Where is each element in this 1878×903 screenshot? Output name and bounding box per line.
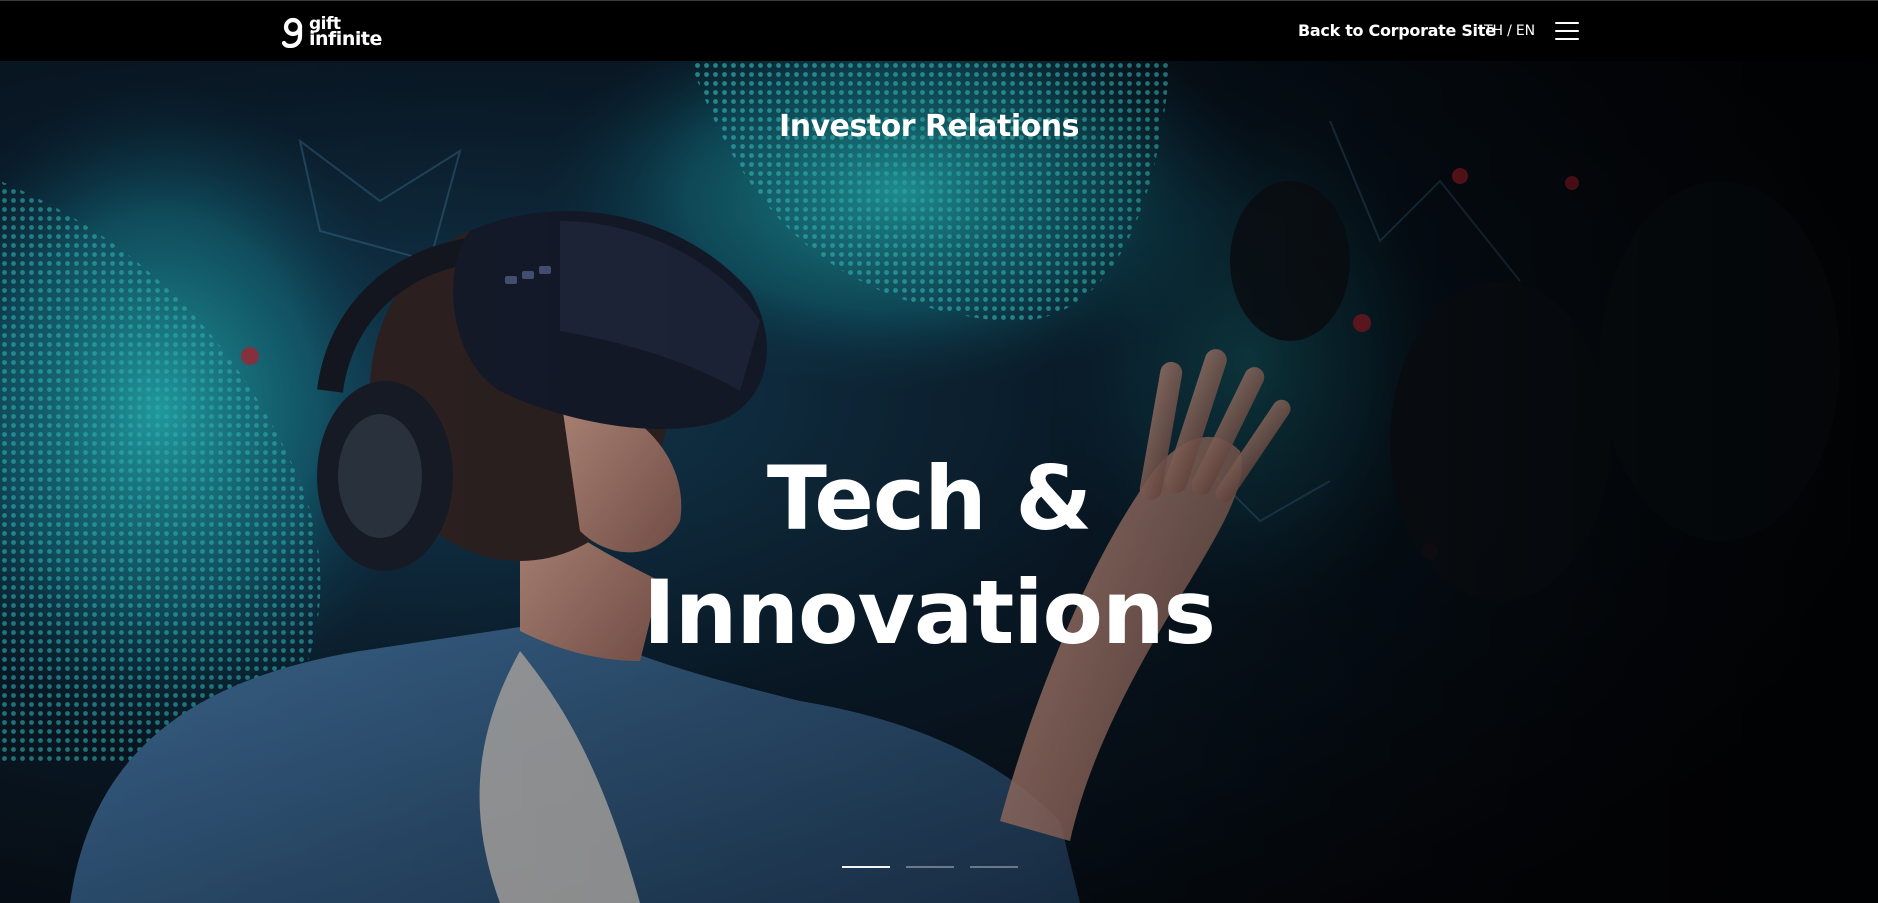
menu-line <box>1555 22 1579 24</box>
language-separator: / <box>1507 23 1512 39</box>
menu-line <box>1555 30 1579 32</box>
hamburger-menu-icon[interactable] <box>1555 21 1579 41</box>
page: gift infinite Back to Corporate Site TH … <box>0 0 1878 903</box>
slider-dot-2[interactable] <box>906 866 954 868</box>
hero-title: Tech & Innovations <box>0 442 1858 670</box>
hero-title-line-2: Innovations <box>643 560 1216 664</box>
slider-dot-1[interactable] <box>842 866 890 868</box>
language-option-en[interactable]: EN <box>1516 23 1535 39</box>
back-to-corporate-site-link[interactable]: Back to Corporate Site <box>1298 21 1496 40</box>
logo-g-mark-icon <box>281 17 303 48</box>
top-navigation-bar: gift infinite Back to Corporate Site TH … <box>0 0 1878 61</box>
hero-banner: Investor Relations Tech & Innovations <box>0 61 1878 903</box>
language-option-th[interactable]: TH <box>1484 23 1503 39</box>
language-switcher: TH / EN <box>1484 23 1535 39</box>
gift-infinite-logo[interactable]: gift infinite <box>281 15 382 49</box>
hero-title-line-1: Tech & <box>766 446 1092 550</box>
hero-eyebrow-investor-relations: Investor Relations <box>779 109 1079 144</box>
logo-wordmark: gift infinite <box>309 16 382 50</box>
slider-dot-3[interactable] <box>970 866 1018 868</box>
menu-line <box>1555 38 1579 40</box>
slider-pagination <box>842 866 1018 868</box>
logo-word-infinite: infinite <box>309 28 382 50</box>
